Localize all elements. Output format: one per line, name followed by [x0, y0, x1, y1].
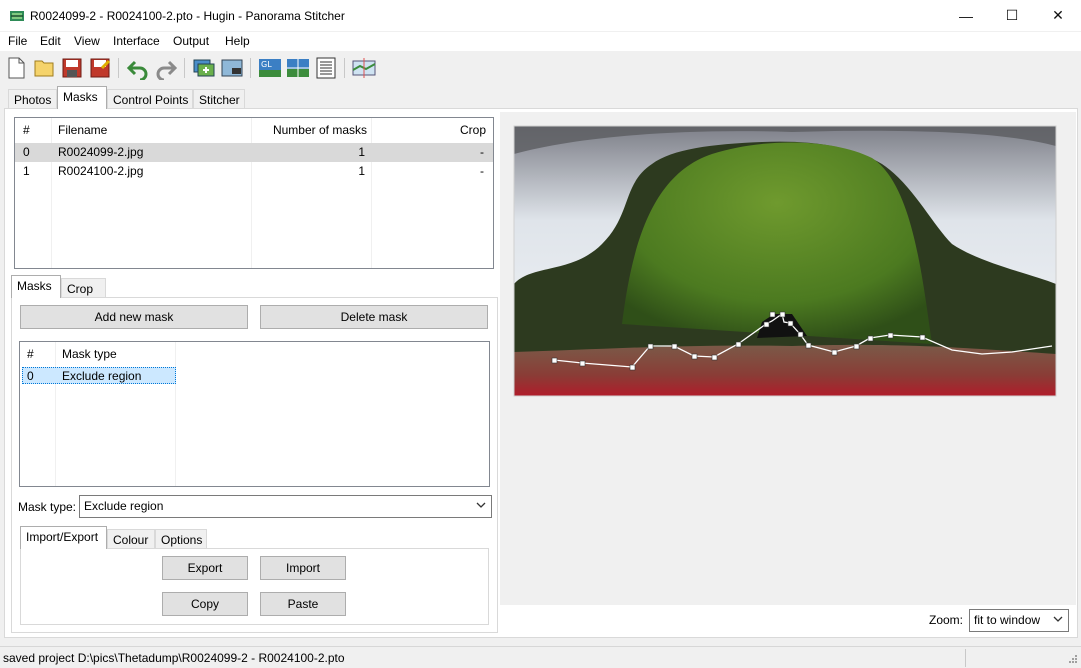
mask-header-type[interactable]: Mask type — [62, 347, 117, 361]
mask-preview-area[interactable] — [500, 112, 1076, 605]
new-project-icon[interactable] — [4, 56, 28, 80]
tab-masks[interactable]: Masks — [57, 86, 107, 109]
tab-photos[interactable]: Photos — [8, 89, 57, 109]
images-list[interactable]: # Filename Number of masks Crop 0 R00240… — [14, 117, 494, 269]
status-bar: saved project D:\pics\Thetadump\R0024099… — [0, 646, 1081, 668]
add-new-mask-button[interactable]: Add new mask — [20, 305, 248, 329]
row-filename: R0024100-2.jpg — [58, 164, 144, 178]
menu-interface[interactable]: Interface — [113, 34, 160, 48]
paste-button[interactable]: Paste — [260, 592, 346, 616]
zoom-value: fit to window — [974, 613, 1041, 627]
mask-row-index: 0 — [27, 369, 34, 383]
header-number-of-masks[interactable]: Number of masks — [251, 123, 367, 137]
export-button[interactable]: Export — [162, 556, 248, 580]
toolbar-separator — [344, 58, 345, 78]
row-crop: - — [480, 145, 484, 159]
add-images-icon[interactable] — [192, 56, 216, 80]
mask-header-index[interactable]: # — [27, 347, 34, 361]
chevron-down-icon — [1053, 616, 1063, 622]
minimize-icon: — — [959, 7, 973, 24]
panorama-preview-image[interactable] — [512, 124, 1062, 404]
tab-control-points[interactable]: Control Points — [107, 89, 193, 109]
maximize-icon: ☐ — [1005, 7, 1019, 23]
row-index: 1 — [23, 164, 30, 178]
row-crop: - — [480, 164, 484, 178]
import-export-panel — [20, 548, 489, 625]
zoom-select[interactable]: fit to window — [969, 609, 1069, 632]
tab-masks-sub[interactable]: Masks — [11, 275, 61, 298]
menu-bar: File Edit View Interface Output Help — [0, 32, 1081, 51]
menu-file[interactable]: File — [8, 34, 27, 48]
open-project-icon[interactable] — [32, 56, 56, 80]
tab-options[interactable]: Options — [155, 529, 207, 549]
save-project-icon[interactable] — [60, 56, 84, 80]
tab-import-export[interactable]: Import/Export — [20, 526, 107, 549]
delete-mask-button[interactable]: Delete mask — [260, 305, 488, 329]
redo-icon[interactable] — [154, 56, 178, 80]
import-button[interactable]: Import — [260, 556, 346, 580]
optimize-icon[interactable] — [314, 56, 338, 80]
mask-type-select[interactable]: Exclude region — [79, 495, 492, 518]
menu-output[interactable]: Output — [173, 34, 209, 48]
close-icon: ✕ — [1052, 7, 1064, 23]
toolbar-separator — [118, 58, 119, 78]
menu-edit[interactable]: Edit — [40, 34, 61, 48]
menu-view[interactable]: View — [74, 34, 100, 48]
table-row[interactable]: 0 R0024099-2.jpg 1 - — [15, 143, 493, 162]
tab-colour[interactable]: Colour — [107, 529, 155, 549]
remove-images-icon[interactable] — [220, 56, 244, 80]
row-masks: 1 — [358, 145, 365, 159]
menu-help[interactable]: Help — [225, 34, 250, 48]
minimize-button[interactable]: — — [943, 0, 989, 31]
copy-button[interactable]: Copy — [162, 592, 248, 616]
svg-text:GL: GL — [261, 60, 272, 69]
mask-type-value: Exclude region — [84, 499, 164, 513]
mask-list[interactable]: # Mask type 0 Exclude region — [19, 341, 490, 487]
title-bar: R0024099-2 - R0024100-2.pto - Hugin - Pa… — [0, 0, 1081, 32]
hugin-app-icon — [10, 11, 24, 21]
table-row[interactable]: 0 Exclude region — [22, 367, 176, 384]
maximize-button[interactable]: ☐ — [989, 0, 1035, 31]
fast-preview-icon[interactable] — [286, 56, 310, 80]
header-index[interactable]: # — [23, 123, 30, 137]
close-button[interactable]: ✕ — [1035, 0, 1081, 31]
header-filename[interactable]: Filename — [58, 123, 107, 137]
toolbar-separator — [250, 58, 251, 78]
tab-crop[interactable]: Crop — [61, 278, 106, 298]
stitch-icon[interactable] — [352, 56, 376, 80]
header-crop[interactable]: Crop — [371, 123, 486, 137]
zoom-label: Zoom: — [929, 613, 964, 627]
table-row[interactable]: 1 R0024100-2.jpg 1 - — [15, 162, 493, 181]
row-masks: 1 — [358, 164, 365, 178]
status-separator — [965, 649, 966, 667]
toolbar-separator — [184, 58, 185, 78]
row-index: 0 — [23, 145, 30, 159]
chevron-down-icon — [476, 502, 486, 508]
status-text: saved project D:\pics\Thetadump\R0024099… — [3, 651, 345, 665]
resize-grip-icon[interactable] — [1066, 654, 1078, 666]
window-title: R0024099-2 - R0024100-2.pto - Hugin - Pa… — [30, 9, 345, 23]
row-filename: R0024099-2.jpg — [58, 145, 144, 159]
save-as-icon[interactable] — [88, 56, 112, 80]
undo-icon[interactable] — [126, 56, 150, 80]
tab-stitcher[interactable]: Stitcher — [193, 89, 245, 109]
mask-type-label: Mask type: — [18, 500, 77, 514]
toolbar: GL — [0, 52, 1081, 84]
mask-row-type: Exclude region — [62, 369, 142, 383]
gl-preview-icon[interactable]: GL — [258, 56, 282, 80]
